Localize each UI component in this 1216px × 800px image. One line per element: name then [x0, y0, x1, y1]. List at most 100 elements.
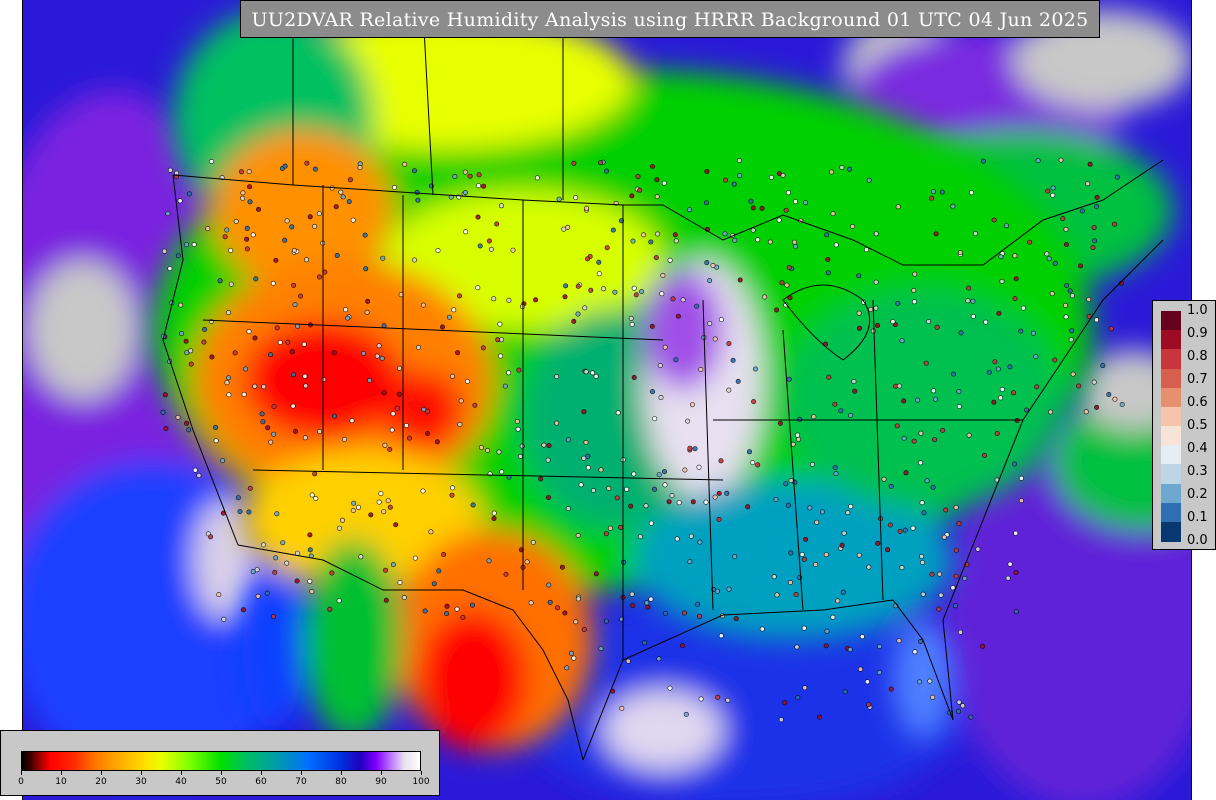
observation-station-dot	[911, 287, 917, 293]
rh-tick-label: 100	[412, 777, 430, 787]
observation-station-dot	[881, 476, 887, 482]
observation-station-dot	[628, 503, 634, 509]
observation-station-dot	[494, 221, 500, 227]
observation-station-dot	[568, 650, 574, 656]
observation-station-dot	[934, 324, 940, 330]
rh-tick-mark	[141, 771, 142, 775]
observation-station-dot	[316, 274, 322, 280]
observation-station-dot	[733, 616, 739, 622]
observation-station-dot	[696, 613, 702, 619]
observation-station-dot	[390, 562, 396, 568]
observation-station-dot	[1067, 288, 1073, 294]
observation-station-dot	[801, 556, 807, 562]
observation-station-dot	[661, 180, 667, 186]
observation-station-dot	[783, 481, 789, 487]
observation-station-dot	[932, 437, 938, 443]
observation-station-dot	[850, 224, 856, 230]
observation-station-dot	[598, 467, 604, 473]
observation-station-dot	[273, 555, 279, 561]
observation-station-dot	[870, 328, 876, 334]
observation-station-dot	[307, 547, 313, 553]
observation-station-dot	[502, 383, 508, 389]
observation-station-dot	[488, 246, 494, 252]
observation-station-dot	[950, 585, 956, 591]
observation-station-dot	[736, 158, 742, 164]
observation-station-dot	[1010, 390, 1016, 396]
observation-station-dot	[220, 458, 226, 464]
observation-station-dot	[716, 516, 722, 522]
observation-legend-swatch	[1161, 521, 1181, 542]
observation-station-dot	[768, 174, 774, 180]
rh-tick-mark	[301, 771, 302, 775]
observation-station-dot	[1035, 158, 1041, 164]
observation-station-dot	[807, 505, 813, 511]
observation-station-dot	[999, 386, 1005, 392]
observation-station-dot	[645, 604, 651, 610]
observation-station-dot	[272, 569, 278, 575]
observation-station-dot	[785, 190, 791, 196]
observation-station-dot	[528, 600, 534, 606]
observation-station-dot	[291, 282, 297, 288]
observation-station-dot	[788, 550, 794, 556]
observation-station-dot	[956, 403, 962, 409]
observation-station-dot	[1007, 561, 1013, 567]
observation-station-dot	[274, 511, 280, 517]
observation-station-dot	[936, 606, 942, 612]
observation-station-dot	[571, 318, 577, 324]
rh-tick-label: 60	[255, 777, 267, 787]
observation-station-dot	[396, 365, 402, 371]
observation-station-dot	[216, 592, 222, 598]
observation-station-dot	[750, 227, 756, 233]
observation-station-dot	[213, 424, 219, 430]
observation-station-dot	[876, 669, 882, 675]
observation-station-dot	[304, 160, 310, 166]
observation-station-dot	[290, 403, 296, 409]
observation-station-dot	[571, 160, 577, 166]
observation-station-dot	[751, 399, 757, 405]
pacific-dry-patch	[28, 260, 138, 400]
observation-station-dot	[225, 310, 231, 316]
observation-station-dot	[247, 199, 253, 205]
observation-station-dot	[475, 214, 481, 220]
observation-station-dot	[937, 571, 943, 577]
observation-station-dot	[485, 447, 491, 453]
observation-station-dot	[612, 289, 618, 295]
observation-station-dot	[601, 286, 607, 292]
observation-station-dot	[776, 171, 782, 177]
observation-station-dot	[583, 439, 589, 445]
observation-station-dot	[667, 685, 673, 691]
observation-station-dot	[284, 218, 290, 224]
observation-station-dot	[452, 174, 458, 180]
observation-station-dot	[676, 500, 682, 506]
observation-station-dot	[631, 471, 637, 477]
observation-station-dot	[260, 419, 266, 425]
observation-station-dot	[832, 401, 838, 407]
observation-station-dot	[783, 207, 789, 213]
observation-station-dot	[784, 282, 790, 288]
observation-station-dot	[1018, 475, 1024, 481]
observation-station-dot	[271, 431, 277, 437]
observation-station-dot	[841, 530, 847, 536]
observation-station-dot	[966, 285, 972, 291]
observation-station-dot	[1060, 216, 1066, 222]
observation-station-dot	[845, 510, 851, 516]
observation-station-dot	[911, 438, 917, 444]
observation-station-dot	[382, 442, 388, 448]
observation-station-dot	[563, 283, 569, 289]
observation-station-dot	[191, 242, 197, 248]
observation-station-dot	[745, 504, 751, 510]
observation-station-dot	[991, 217, 997, 223]
observation-station-dot	[786, 376, 792, 382]
observation-station-dot	[956, 521, 962, 527]
observation-station-dot	[648, 520, 654, 526]
observation-station-dot	[470, 502, 476, 508]
observation-station-dot	[868, 306, 874, 312]
observation-station-dot	[421, 406, 427, 412]
observation-station-dot	[165, 211, 171, 217]
observation-station-dot	[698, 366, 704, 372]
observation-station-dot	[1048, 409, 1054, 415]
observation-station-dot	[648, 596, 654, 602]
observation-station-dot	[589, 370, 595, 376]
observation-station-dot	[252, 383, 258, 389]
observation-station-dot	[559, 564, 565, 570]
